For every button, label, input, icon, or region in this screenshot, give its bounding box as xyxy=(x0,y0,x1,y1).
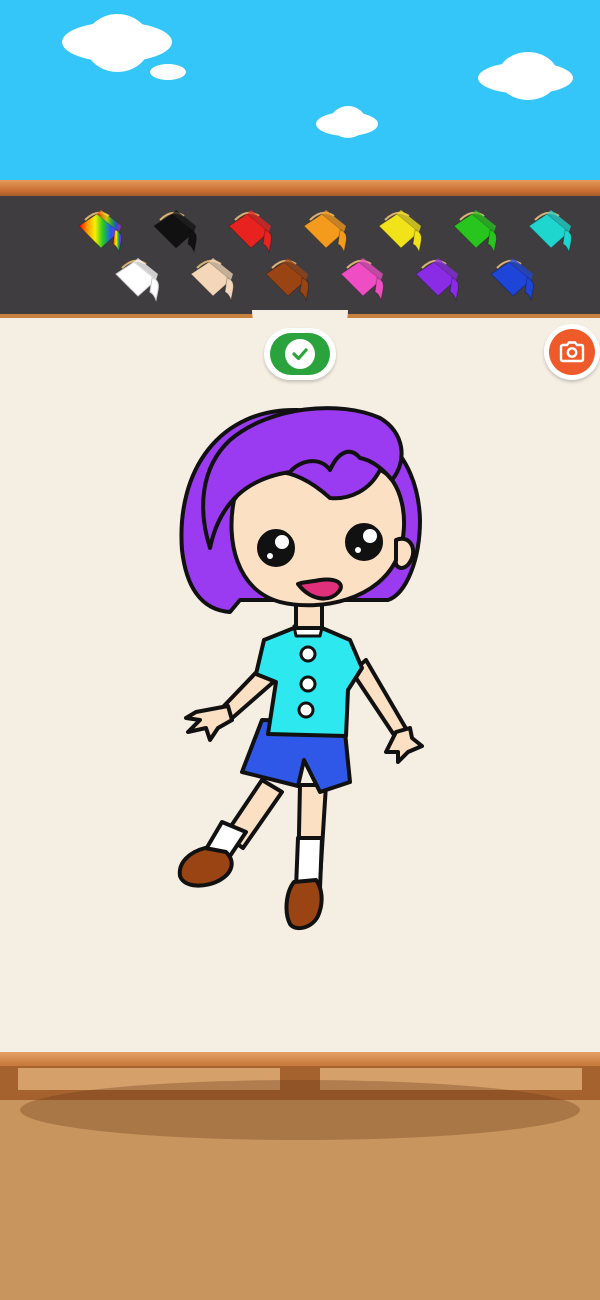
confirm-button[interactable] xyxy=(264,328,336,380)
paint-bucket-pink[interactable] xyxy=(337,254,393,304)
paint-bucket-rainbow[interactable] xyxy=(75,206,131,256)
paint-bucket-yellow[interactable] xyxy=(375,206,431,256)
check-icon xyxy=(292,348,308,361)
camera-icon xyxy=(559,341,585,363)
left-eye-shine xyxy=(275,535,289,549)
right-shoe[interactable] xyxy=(284,878,324,931)
cloud xyxy=(330,106,366,138)
paint-bucket-white[interactable] xyxy=(112,254,168,304)
camera-button[interactable] xyxy=(544,324,600,380)
paint-bucket-orange[interactable] xyxy=(300,206,356,256)
drawing-canvas[interactable] xyxy=(0,318,600,1054)
cloud xyxy=(498,52,558,100)
check-badge xyxy=(285,339,315,369)
sky-background xyxy=(0,0,600,185)
cloud xyxy=(150,64,186,80)
paint-bucket-black[interactable] xyxy=(150,206,206,256)
left-eye-shine-small xyxy=(267,553,273,559)
cloud xyxy=(85,14,150,72)
paint-bucket-green[interactable] xyxy=(450,206,506,256)
paint-bucket-skin[interactable] xyxy=(187,254,243,304)
paint-bucket-cyan[interactable] xyxy=(525,206,581,256)
left-shoe[interactable] xyxy=(177,846,234,888)
easel-shadow xyxy=(20,1080,580,1140)
right-eye[interactable] xyxy=(345,523,383,561)
right-eye-shine xyxy=(363,529,377,543)
paint-bucket-red[interactable] xyxy=(225,206,281,256)
paint-bucket-blue[interactable] xyxy=(487,254,543,304)
character-drawing[interactable] xyxy=(0,318,600,1054)
right-ear[interactable] xyxy=(393,536,416,570)
confirm-button-fill xyxy=(270,333,330,375)
left-eye[interactable] xyxy=(257,529,295,567)
shirt-button xyxy=(299,645,317,663)
shirt-button xyxy=(299,675,317,693)
shirt-button xyxy=(297,701,315,719)
color-palette xyxy=(0,196,600,318)
left-hand[interactable] xyxy=(184,704,234,742)
right-eye-shine-small xyxy=(355,547,361,553)
paint-bucket-brown[interactable] xyxy=(262,254,318,304)
camera-button-fill xyxy=(549,329,595,375)
paint-bucket-purple[interactable] xyxy=(412,254,468,304)
easel-ledge xyxy=(0,1052,600,1066)
